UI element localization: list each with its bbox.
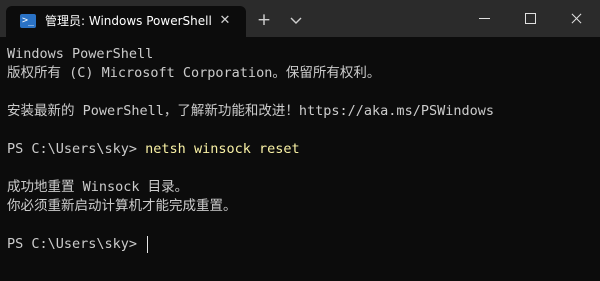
- close-window-button[interactable]: [554, 0, 600, 37]
- command-text: netsh winsock reset: [145, 141, 300, 157]
- dropdown-chevron-down-icon[interactable]: [285, 9, 307, 31]
- command-line: PS C:\Users\sky> netsh winsock reset: [7, 140, 300, 159]
- output-line: 安装最新的 PowerShell，了解新功能和改进！https://aka.ms…: [7, 103, 494, 119]
- prompt: PS C:\Users\sky>: [7, 141, 146, 157]
- title-bar: >_ 管理员: Windows PowerShell ✕ +: [0, 0, 600, 37]
- output-line: Windows PowerShell: [7, 46, 154, 62]
- prompt: PS C:\Users\sky>: [7, 236, 146, 252]
- new-tab-plus-icon[interactable]: +: [253, 9, 275, 31]
- tab-title: 管理员: Windows PowerShell: [45, 14, 212, 28]
- powershell-icon: >_: [20, 14, 36, 28]
- close-tab-icon[interactable]: ✕: [214, 10, 236, 32]
- prompt-line[interactable]: PS C:\Users\sky>: [7, 235, 149, 254]
- text-cursor: [147, 235, 149, 253]
- output-line: 版权所有 (C) Microsoft Corporation。保留所有权利。: [7, 65, 381, 81]
- maximize-button[interactable]: [508, 0, 554, 37]
- minimize-button[interactable]: [462, 0, 508, 37]
- output-line: 成功地重置 Winsock 目录。: [7, 179, 189, 195]
- powershell-window: >_ 管理员: Windows PowerShell ✕ + Windows P…: [0, 0, 600, 281]
- tab-powershell[interactable]: >_ 管理员: Windows PowerShell ✕: [6, 6, 246, 37]
- terminal-output[interactable]: Windows PowerShell 版权所有 (C) Microsoft Co…: [0, 37, 600, 281]
- output-line: 你必须重新启动计算机才能完成重置。: [7, 198, 237, 214]
